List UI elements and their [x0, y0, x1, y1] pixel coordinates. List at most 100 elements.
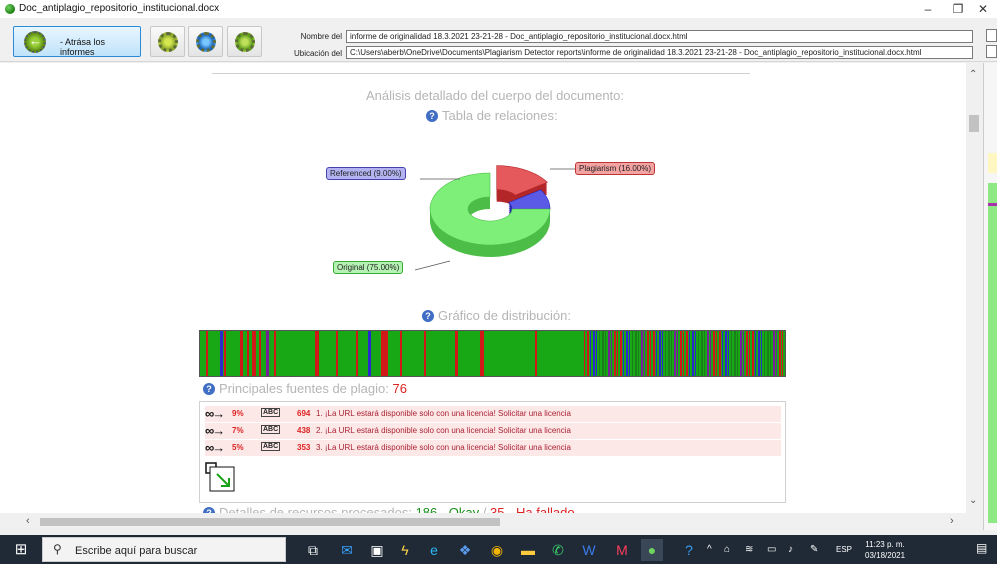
settings-gear-button[interactable]: [150, 26, 185, 57]
window-title: Doc_antiplagio_repositorio_institucional…: [19, 3, 220, 14]
distribution-stripe: [689, 331, 690, 376]
battery-icon[interactable]: ▭: [767, 544, 776, 555]
distribution-stripe: [680, 331, 682, 376]
report-location-field[interactable]: C:\Users\aberb\OneDrive\Documents\Plagia…: [346, 46, 973, 59]
report-name-field[interactable]: informe de originalidad 18.3.2021 23-21-…: [346, 30, 973, 43]
help-tray-icon[interactable]: ?: [678, 539, 700, 561]
distribution-stripe: [632, 331, 633, 376]
volume-icon[interactable]: ♪: [788, 544, 793, 555]
report-content: Análisis detallado del cuerpo del docume…: [0, 63, 966, 513]
relations-title: ? Tabla de relaciones:: [426, 108, 558, 123]
dropbox-icon[interactable]: ❖: [454, 539, 476, 561]
distribution-stripe: [683, 331, 684, 376]
distribution-stripe: [725, 331, 727, 376]
distribution-stripe: [590, 331, 591, 376]
distribution-stripe: [770, 331, 771, 376]
source-link[interactable]: 2. ¡La URL estará disponible solo con un…: [316, 426, 571, 435]
distribution-stripe: [635, 331, 637, 376]
distribution-stripe: [692, 331, 694, 376]
distribution-stripe: [626, 331, 628, 376]
scroll-up-icon[interactable]: ⌃: [969, 69, 977, 80]
distribution-stripe: [749, 331, 750, 376]
source-row[interactable]: ∞→ 5% ABC 353 3. ¡La URL estará disponib…: [205, 440, 781, 456]
distribution-stripe: [698, 331, 699, 376]
distribution-stripe: [647, 331, 649, 376]
distribution-stripe: [716, 331, 717, 376]
network-icon[interactable]: ⌂: [724, 544, 730, 555]
clock-date: 03/18/2021: [865, 551, 906, 560]
back-to-reports-button[interactable]: - Atrása los informes: [13, 26, 141, 57]
distribution-stripe: [722, 331, 723, 376]
source-link[interactable]: 1. ¡La URL estará disponible solo con un…: [316, 409, 571, 418]
vertical-scrollbar[interactable]: ⌃ ⌄: [966, 63, 983, 513]
chrome-icon[interactable]: ◉: [486, 539, 508, 561]
minimize-button[interactable]: –: [911, 0, 945, 18]
distribution-stripe: [315, 331, 319, 376]
distribution-stripe: [743, 331, 744, 376]
vertical-scroll-thumb[interactable]: [969, 115, 979, 132]
power-icon[interactable]: ϟ: [394, 539, 416, 561]
distribution-stripe: [274, 331, 276, 376]
close-button[interactable]: ✕: [966, 0, 997, 18]
scroll-right-icon[interactable]: ›: [950, 515, 954, 527]
divider: [212, 73, 750, 74]
horizontal-scroll-thumb[interactable]: [40, 518, 500, 526]
sources-title-text: Principales fuentes de plagio:: [219, 381, 389, 396]
distribution-stripe: [620, 331, 622, 376]
report-location-label: Ubicación del: [293, 49, 342, 58]
app-m-icon[interactable]: M: [611, 539, 633, 561]
link-icon: ∞→: [205, 406, 225, 421]
scroll-left-icon[interactable]: ‹: [26, 515, 30, 527]
show-hidden-icon[interactable]: ^: [707, 544, 712, 555]
plagiarism-detector-icon[interactable]: ●: [641, 539, 663, 561]
side-button-1[interactable]: [986, 29, 997, 42]
source-count: 353: [297, 443, 311, 452]
whatsapp-icon[interactable]: ✆: [547, 539, 569, 561]
expand-arrow-icon[interactable]: [205, 462, 235, 492]
source-row[interactable]: ∞→ 9% ABC 694 1. ¡La URL estará disponib…: [205, 406, 781, 422]
clock-time: 11:23 p. m.: [865, 540, 905, 549]
mail-icon[interactable]: ✉: [336, 539, 358, 561]
scroll-down-icon[interactable]: ⌄: [969, 495, 977, 506]
task-view-icon[interactable]: ⧉: [302, 539, 324, 561]
distribution-stripe: [623, 331, 624, 376]
taskbar-clock[interactable]: 11:23 p. m. 03/18/2021: [865, 539, 905, 561]
distribution-stripe: [746, 331, 748, 376]
language-indicator[interactable]: ESP: [836, 545, 852, 554]
word-icon[interactable]: W: [578, 539, 600, 561]
side-button-2[interactable]: [986, 45, 997, 58]
sources-list: ∞→ 9% ABC 694 1. ¡La URL estará disponib…: [199, 401, 786, 503]
source-link[interactable]: 3. ¡La URL estará disponible solo con un…: [316, 443, 571, 452]
distribution-bar: [199, 330, 786, 377]
pen-icon[interactable]: ✎: [810, 544, 818, 555]
source-percent: 5%: [232, 443, 244, 452]
source-row[interactable]: ∞→ 7% ABC 438 2. ¡La URL estará disponib…: [205, 423, 781, 439]
adjacent-window-strip: [983, 63, 997, 530]
distribution-stripe: [755, 331, 756, 376]
store-icon[interactable]: ▣: [366, 539, 388, 561]
export-gear-button[interactable]: [227, 26, 262, 57]
distribution-stripe: [593, 331, 595, 376]
distribution-stripe: [535, 331, 537, 376]
wifi-icon[interactable]: ≋: [745, 544, 753, 555]
gear-icon: [158, 32, 178, 52]
horizontal-scrollbar[interactable]: ‹ ›: [20, 513, 966, 530]
help-icon[interactable]: ?: [422, 310, 434, 322]
details-separator: /: [482, 505, 487, 513]
file-explorer-icon[interactable]: ▬: [517, 539, 539, 561]
back-gear-icon: [24, 31, 46, 53]
window-title-bar: Doc_antiplagio_repositorio_institucional…: [0, 0, 997, 18]
distribution-stripe: [677, 331, 678, 376]
taskbar-search[interactable]: ⚲ Escribe aquí para buscar: [42, 537, 286, 562]
distribution-stripe: [584, 331, 585, 376]
notifications-icon[interactable]: ▤: [976, 541, 987, 555]
edge-icon[interactable]: e: [423, 539, 445, 561]
search-icon: ⚲: [53, 542, 62, 556]
help-icon[interactable]: ?: [203, 383, 215, 395]
browser-gear-button[interactable]: [188, 26, 223, 57]
help-icon[interactable]: ?: [426, 110, 438, 122]
windows-start-icon[interactable]: ⊞: [10, 539, 32, 561]
distribution-stripe: [599, 331, 600, 376]
distribution-stripe: [480, 331, 484, 376]
abc-icon: ABC: [261, 442, 281, 451]
